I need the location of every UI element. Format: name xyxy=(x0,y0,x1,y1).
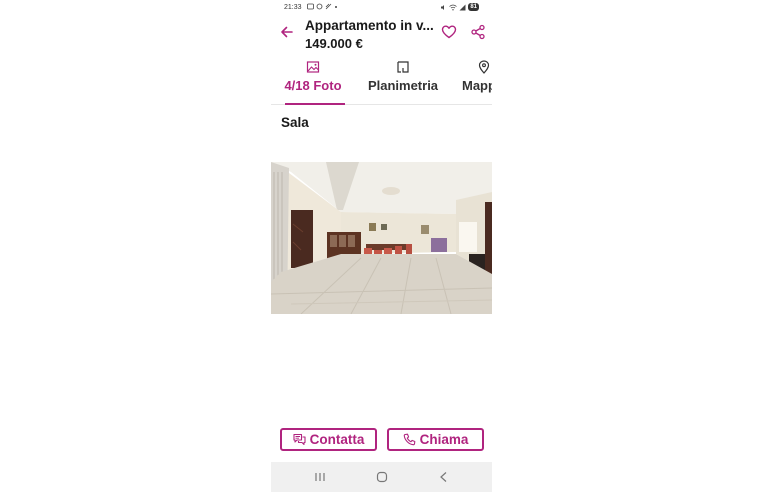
call-button-label: Chiama xyxy=(419,432,469,447)
app-header: Appartamento in v... 149.000 € xyxy=(271,15,492,55)
tab-floorplan[interactable]: Planimetria xyxy=(361,57,445,104)
back-nav-icon[interactable] xyxy=(437,471,451,483)
signal-icon xyxy=(459,4,466,10)
listing-photo[interactable] xyxy=(271,162,492,314)
media-tabs: 4/18 Foto Planimetria Mappa xyxy=(271,57,492,105)
mute-icon xyxy=(441,4,445,10)
system-icons: 81 xyxy=(440,3,479,11)
photo-caption: Sala xyxy=(281,115,309,130)
phone-icon xyxy=(403,433,415,446)
wifi-icon xyxy=(449,4,458,10)
chat-icon xyxy=(293,433,306,446)
listing-title: Appartamento in v... xyxy=(305,18,433,33)
share-icon[interactable] xyxy=(470,24,486,40)
back-arrow-icon[interactable] xyxy=(279,24,295,40)
tab-photos-label: 4/18 Foto xyxy=(284,78,342,93)
floorplan-icon xyxy=(397,61,409,73)
home-icon[interactable] xyxy=(375,471,389,483)
dot-icon xyxy=(335,6,337,8)
status-bar: 21:33 81 xyxy=(271,0,492,15)
listing-price: 149.000 € xyxy=(305,36,363,51)
notification-icons xyxy=(307,3,338,10)
active-tab-indicator xyxy=(285,103,345,105)
system-nav-bar xyxy=(271,462,492,492)
tab-map[interactable]: Mappa xyxy=(459,57,492,104)
phone-screen: 21:33 81 Appartamento in v... 149.000 € xyxy=(271,0,492,492)
sync-icon xyxy=(316,3,323,10)
battery-indicator: 81 xyxy=(468,3,479,11)
tab-map-label: Mappa xyxy=(462,78,492,93)
status-time: 21:33 xyxy=(284,4,302,11)
map-pin-icon xyxy=(478,60,490,74)
notification-icon xyxy=(307,3,314,10)
cast-icon xyxy=(325,3,332,10)
tab-photos[interactable]: 4/18 Foto xyxy=(277,57,349,105)
call-button[interactable]: Chiama xyxy=(387,428,484,451)
contact-button-label: Contatta xyxy=(309,432,365,447)
heart-icon[interactable] xyxy=(441,24,457,40)
image-icon xyxy=(306,61,320,73)
tab-floorplan-label: Planimetria xyxy=(367,78,439,93)
contact-button[interactable]: Contatta xyxy=(280,428,377,451)
recent-apps-icon[interactable] xyxy=(313,471,327,483)
